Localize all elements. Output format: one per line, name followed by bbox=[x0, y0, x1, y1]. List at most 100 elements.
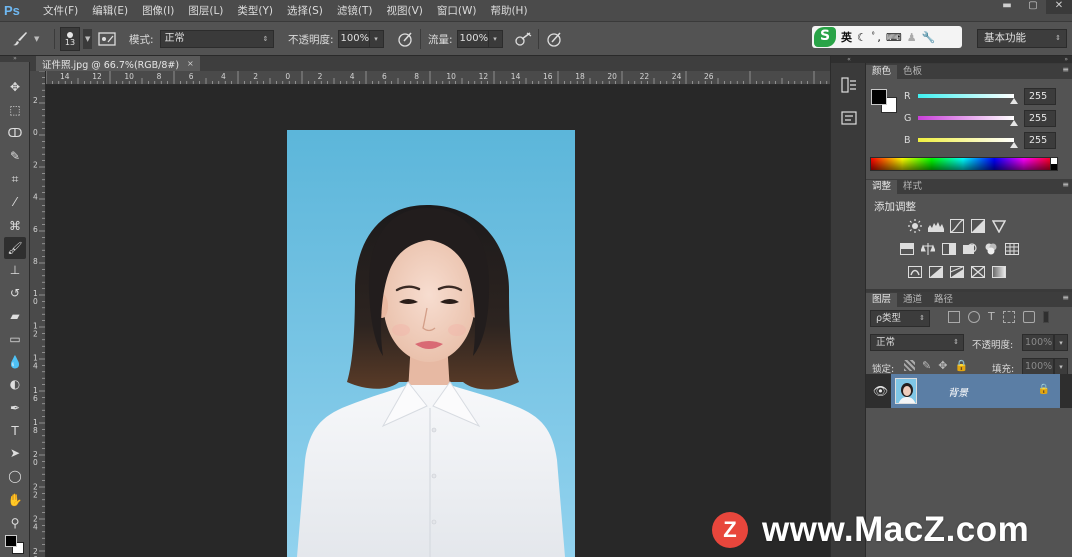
toolbar-color-swatch[interactable] bbox=[3, 535, 27, 555]
menu-select[interactable]: 选择(S) bbox=[280, 0, 330, 22]
panel-menu-icon[interactable]: ≡ bbox=[1062, 180, 1069, 189]
red-value-input[interactable]: 255 bbox=[1024, 87, 1056, 105]
eraser-tool-icon[interactable]: ▰ bbox=[4, 305, 26, 327]
pen-tool-icon[interactable]: ✒ bbox=[4, 397, 26, 419]
workspace-select[interactable]: 基本功能 ⇕ bbox=[977, 29, 1067, 48]
menu-edit[interactable]: 编辑(E) bbox=[85, 0, 135, 22]
eyedropper-tool-icon[interactable]: ⁄ bbox=[4, 191, 26, 213]
blue-value-input[interactable]: 255 bbox=[1024, 131, 1056, 149]
gradient-tool-icon[interactable]: ▭ bbox=[4, 328, 26, 350]
flow-input[interactable]: 100% bbox=[456, 30, 489, 48]
tab-channels[interactable]: 通道 bbox=[897, 293, 928, 307]
hue-saturation-icon[interactable] bbox=[898, 242, 915, 256]
maximize-button[interactable]: ▢ bbox=[1020, 0, 1046, 14]
levels-icon[interactable] bbox=[927, 219, 944, 233]
gradient-map-icon[interactable] bbox=[990, 265, 1007, 279]
menu-window[interactable]: 窗口(W) bbox=[430, 0, 484, 22]
clone-stamp-tool-icon[interactable]: ⊥ bbox=[4, 259, 26, 281]
fill-dropdown[interactable]: ▾ bbox=[1054, 358, 1068, 375]
panels-collapse-button[interactable]: » bbox=[866, 56, 1072, 63]
posterize-icon[interactable] bbox=[927, 265, 944, 279]
quick-select-tool-icon[interactable]: ✎ bbox=[4, 145, 26, 167]
marquee-tool-icon[interactable]: ⬚ bbox=[4, 99, 26, 121]
properties-panel-icon[interactable] bbox=[839, 108, 859, 128]
collapse-tools-button[interactable]: » bbox=[0, 56, 30, 62]
tab-layers[interactable]: 图层 bbox=[866, 293, 898, 307]
threshold-icon[interactable] bbox=[948, 265, 965, 279]
menu-help[interactable]: 帮助(H) bbox=[483, 0, 534, 22]
color-spectrum-bar[interactable] bbox=[870, 157, 1056, 171]
hand-tool-icon[interactable]: ✋ bbox=[4, 489, 26, 511]
filter-smart-object-icon[interactable] bbox=[1022, 311, 1035, 323]
vibrance-icon[interactable] bbox=[990, 219, 1007, 233]
black-white-swatch[interactable] bbox=[1050, 157, 1058, 171]
filter-shape-icon[interactable] bbox=[1002, 311, 1015, 323]
filter-type-icon[interactable]: T bbox=[988, 311, 995, 323]
black-white-icon[interactable] bbox=[940, 242, 957, 256]
invert-icon[interactable] bbox=[906, 265, 923, 279]
flow-dropdown[interactable]: ▾ bbox=[488, 30, 503, 48]
red-slider[interactable] bbox=[918, 94, 1018, 104]
layer-row-background[interactable]: 👁 背景 🔒 bbox=[866, 374, 1072, 408]
brush-size-picker[interactable]: 13 ▼ bbox=[60, 22, 93, 56]
exposure-icon[interactable] bbox=[969, 219, 986, 233]
color-lookup-icon[interactable] bbox=[1003, 242, 1020, 256]
path-select-tool-icon[interactable]: ➤ bbox=[4, 442, 26, 464]
pressure-size-button[interactable] bbox=[545, 22, 563, 56]
document-tab[interactable]: 证件照.jpg @ 66.7%(RGB/8#) × bbox=[36, 56, 200, 71]
brightness-contrast-icon[interactable] bbox=[906, 219, 923, 233]
close-document-icon[interactable]: × bbox=[187, 59, 194, 68]
tab-styles[interactable]: 样式 bbox=[897, 180, 928, 194]
ime-language-toggle[interactable]: 英 bbox=[841, 29, 852, 45]
tab-swatches[interactable]: 色板 bbox=[897, 65, 928, 79]
channel-mixer-icon[interactable] bbox=[982, 242, 999, 256]
visibility-eye-icon[interactable]: 👁 bbox=[873, 384, 888, 398]
user-icon[interactable]: ♟ bbox=[907, 31, 917, 44]
blend-mode-select[interactable]: 正常 ⇕ bbox=[870, 334, 964, 351]
history-brush-tool-icon[interactable]: ↺ bbox=[4, 282, 26, 304]
lasso-tool-icon[interactable]: ↀ bbox=[4, 122, 26, 144]
opacity-dropdown[interactable]: ▾ bbox=[369, 30, 384, 48]
curves-icon[interactable] bbox=[948, 219, 965, 233]
green-slider[interactable] bbox=[918, 116, 1018, 126]
pressure-opacity-button[interactable] bbox=[396, 22, 414, 56]
menu-filter[interactable]: 滤镜(T) bbox=[330, 0, 380, 22]
lock-pixels-icon[interactable]: ✎ bbox=[922, 360, 931, 371]
menu-type[interactable]: 类型(Y) bbox=[230, 0, 280, 22]
lock-all-icon[interactable]: 🔒 bbox=[954, 360, 968, 371]
layer-name[interactable]: 背景 bbox=[948, 384, 968, 399]
panel-menu-icon[interactable]: ≡ bbox=[1062, 293, 1069, 302]
layer-filter-select[interactable]: ρ类型 ⇕ bbox=[870, 310, 930, 327]
menu-file[interactable]: 文件(F) bbox=[36, 0, 85, 22]
color-balance-icon[interactable] bbox=[919, 242, 936, 256]
blur-tool-icon[interactable]: 💧 bbox=[4, 351, 26, 373]
green-value-input[interactable]: 255 bbox=[1024, 109, 1056, 127]
brush-tool-icon[interactable]: 🖌 bbox=[4, 237, 26, 259]
layer-opacity-input[interactable]: 100% bbox=[1022, 334, 1054, 351]
filter-toggle-icon[interactable] bbox=[1042, 311, 1049, 323]
filter-adjustment-icon[interactable] bbox=[968, 311, 980, 323]
tab-adjustments[interactable]: 调整 bbox=[866, 180, 898, 194]
opacity-input[interactable]: 100% bbox=[337, 30, 370, 48]
filter-pixel-icon[interactable] bbox=[948, 311, 960, 323]
zoom-tool-icon[interactable]: ⚲ bbox=[4, 512, 26, 534]
tool-preset-picker[interactable]: ▼ bbox=[10, 22, 39, 56]
fill-input[interactable]: 100% bbox=[1022, 358, 1054, 375]
selective-color-icon[interactable] bbox=[969, 265, 986, 279]
comma-icon[interactable]: ﾟ, bbox=[872, 29, 881, 45]
dock-collapse-button[interactable]: « bbox=[831, 56, 867, 63]
lock-transparent-icon[interactable] bbox=[904, 360, 915, 371]
dodge-tool-icon[interactable]: ◐ bbox=[4, 373, 26, 395]
close-button[interactable]: ✕ bbox=[1046, 0, 1072, 14]
crop-tool-icon[interactable]: ⌗ bbox=[4, 168, 26, 190]
canvas-area[interactable] bbox=[46, 85, 830, 557]
history-panel-icon[interactable] bbox=[839, 75, 859, 95]
panel-menu-icon[interactable]: ≡ bbox=[1062, 65, 1069, 74]
moon-icon[interactable]: ☾ bbox=[857, 31, 867, 44]
lock-position-icon[interactable]: ✥ bbox=[938, 360, 947, 371]
blue-slider[interactable] bbox=[918, 138, 1018, 148]
layer-opacity-dropdown[interactable]: ▾ bbox=[1054, 334, 1068, 351]
keyboard-icon[interactable]: ⌨ bbox=[886, 31, 902, 44]
toolbar-foreground-color[interactable] bbox=[5, 535, 17, 547]
airbrush-button[interactable] bbox=[513, 22, 533, 56]
